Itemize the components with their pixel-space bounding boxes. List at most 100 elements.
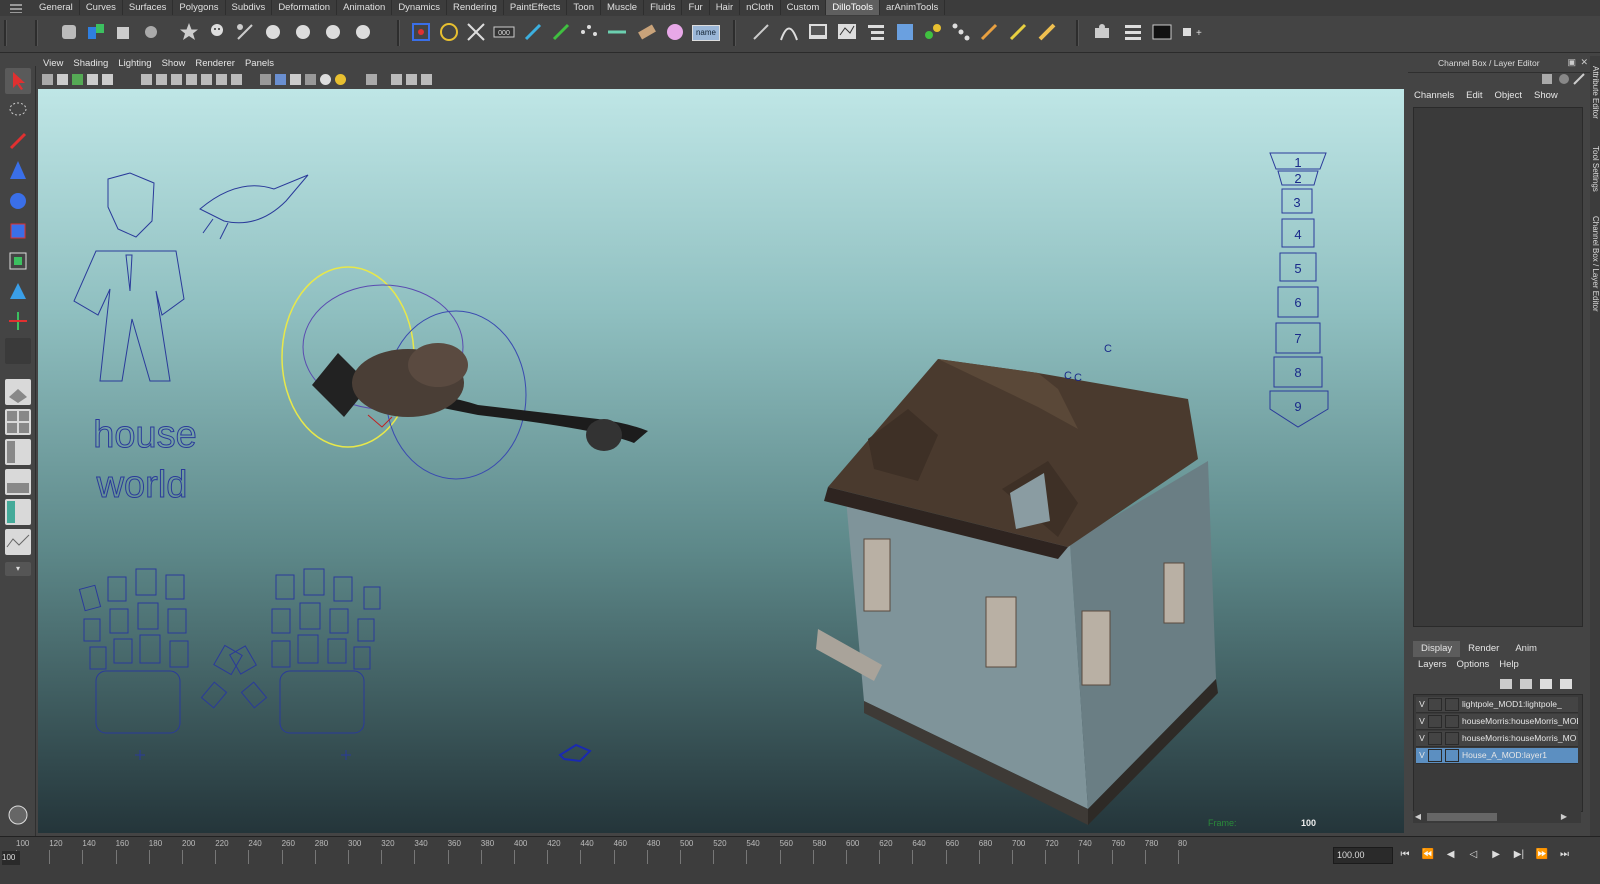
- layer-menu-help[interactable]: Help: [1494, 658, 1524, 672]
- hypergraph-icon[interactable]: [922, 21, 944, 43]
- layer-list-scrollbar[interactable]: ◀ ▶: [1413, 811, 1581, 823]
- channel-box-tab[interactable]: Channel Box / Layer Editor: [1590, 216, 1600, 312]
- shelf-tab-custom[interactable]: Custom: [781, 0, 827, 15]
- 2d-pan-icon[interactable]: [102, 74, 113, 85]
- graph-layout-icon[interactable]: [5, 529, 31, 555]
- face-mouth-icon[interactable]: [322, 21, 344, 43]
- channel-menu-object[interactable]: Object: [1489, 88, 1528, 104]
- layer-color-swatch[interactable]: [1445, 698, 1459, 712]
- layer-row[interactable]: Vlightpole_MOD1:lightpole_: [1416, 697, 1578, 713]
- cube-tool-icon[interactable]: [112, 21, 134, 43]
- selector-4[interactable]: 4: [1294, 227, 1301, 242]
- shelf-tab-polygons[interactable]: Polygons: [173, 0, 226, 15]
- tool-settings-tab[interactable]: Tool Settings: [1590, 146, 1600, 192]
- isolate-select-icon[interactable]: [366, 74, 377, 85]
- creature-picker-outline[interactable]: [199, 174, 309, 240]
- scroll-thumb[interactable]: [1427, 813, 1497, 821]
- xray-components-icon[interactable]: [421, 74, 432, 85]
- play-back-icon[interactable]: ◁: [1463, 847, 1483, 863]
- shadows-icon[interactable]: [335, 74, 346, 85]
- layer-row[interactable]: V House_A_MOD:layer1: [1416, 748, 1578, 764]
- channel-menu-edit[interactable]: Edit: [1460, 88, 1488, 104]
- joint-tool-icon[interactable]: [410, 21, 432, 43]
- shelf-tab-rendering[interactable]: Rendering: [447, 0, 504, 15]
- paint-weights-icon[interactable]: [522, 21, 544, 43]
- viewport-menu-lighting[interactable]: Lighting: [113, 56, 156, 71]
- outliner-persp-layout-icon[interactable]: [5, 439, 31, 465]
- selector-7[interactable]: 7: [1294, 331, 1301, 346]
- outliner-icon[interactable]: [865, 21, 887, 43]
- layer-tab-render[interactable]: Render: [1460, 641, 1507, 657]
- paint-select-icon[interactable]: [5, 128, 31, 154]
- nodes-icon[interactable]: [950, 21, 972, 43]
- float-icon[interactable]: ▣: [1567, 57, 1576, 68]
- safe-action-icon[interactable]: [216, 74, 227, 85]
- xray-icon[interactable]: [391, 74, 402, 85]
- selector-8[interactable]: 8: [1294, 365, 1301, 380]
- step-back-frame-icon[interactable]: ◀: [1441, 847, 1461, 863]
- name-button[interactable]: name: [692, 25, 720, 41]
- face-neutral-icon[interactable]: [352, 21, 374, 43]
- selector-6[interactable]: 6: [1294, 295, 1301, 310]
- move-tool-icon[interactable]: [5, 158, 31, 184]
- face-smile-icon[interactable]: [292, 21, 314, 43]
- time-slider[interactable]: 100 120 140 160 180 200 220 240 260 280 300 320 340 3…: [0, 836, 1600, 884]
- cylinder-tool-icon[interactable]: [58, 21, 80, 43]
- body-picker-outline[interactable]: [73, 172, 185, 382]
- camera-view-icon[interactable]: [807, 21, 829, 43]
- arc-icon[interactable]: [778, 21, 800, 43]
- shelf-tab-curves[interactable]: Curves: [80, 0, 123, 15]
- layer-row[interactable]: VhouseMorris:houseMorris_MOD: [1416, 714, 1578, 730]
- shelf-tab-hair[interactable]: Hair: [710, 0, 741, 15]
- four-pane-layout-icon[interactable]: [5, 409, 31, 435]
- split-cube-icon[interactable]: [85, 21, 107, 43]
- shelf-tab-dillotools[interactable]: DilloTools: [826, 0, 880, 15]
- arrow-both-icon[interactable]: [606, 21, 628, 43]
- pivot-tool-icon[interactable]: [140, 21, 162, 43]
- shelf-tab-fur[interactable]: Fur: [682, 0, 710, 15]
- wireframe-on-shaded-icon[interactable]: [290, 74, 301, 85]
- layer-type-toggle[interactable]: [1428, 749, 1442, 763]
- selector-9[interactable]: 9: [1294, 399, 1301, 414]
- rotate-tool-icon[interactable]: [5, 188, 31, 214]
- layer-type-toggle[interactable]: [1428, 732, 1442, 746]
- layer-color-swatch[interactable]: [1445, 715, 1459, 729]
- layer-tab-display[interactable]: Display: [1413, 641, 1461, 657]
- selector-3[interactable]: 3: [1293, 195, 1300, 210]
- select-camera-icon[interactable]: [42, 74, 53, 85]
- textured-icon[interactable]: [305, 74, 316, 85]
- small-rig-widget[interactable]: [558, 743, 592, 763]
- viewport-menu-renderer[interactable]: Renderer: [190, 56, 240, 71]
- wireframe-icon[interactable]: [260, 74, 271, 85]
- gate-mask-icon[interactable]: [186, 74, 197, 85]
- shelf-tab-painteffects[interactable]: PaintEffects: [504, 0, 568, 15]
- layer-visibility-toggle[interactable]: V: [1416, 731, 1428, 746]
- camera-attributes-icon[interactable]: [57, 74, 68, 85]
- select-tool-icon[interactable]: [5, 68, 31, 94]
- layer-color-swatch[interactable]: [1445, 732, 1459, 746]
- graph-persp-layout-icon[interactable]: [5, 469, 31, 495]
- brush-orange-icon[interactable]: [978, 21, 1000, 43]
- shelf-tab-animation[interactable]: Animation: [337, 0, 393, 15]
- layer-menu-layers[interactable]: Layers: [1413, 658, 1452, 672]
- layer-type-toggle[interactable]: [1428, 698, 1442, 712]
- shelf-menu-icon[interactable]: +: [1180, 21, 1202, 43]
- render-camera-icon[interactable]: [1092, 21, 1114, 43]
- grid-icon[interactable]: [141, 74, 152, 85]
- current-frame-marker[interactable]: 100: [2, 851, 20, 865]
- viewport-menu-panels[interactable]: Panels: [240, 56, 279, 71]
- face-expression-icon[interactable]: [262, 21, 284, 43]
- shelf-tab-general[interactable]: General: [33, 0, 80, 15]
- render-settings-icon[interactable]: [1122, 21, 1144, 43]
- house-model[interactable]: [816, 359, 1218, 825]
- shelf-tab-fluids[interactable]: Fluids: [644, 0, 683, 15]
- render-view-icon[interactable]: [1151, 21, 1173, 43]
- close-icon[interactable]: ✕: [1580, 57, 1588, 68]
- resolution-gate-icon[interactable]: [171, 74, 182, 85]
- xray-joints-icon[interactable]: [406, 74, 417, 85]
- shelf-tab-dynamics[interactable]: Dynamics: [392, 0, 448, 15]
- step-back-key-icon[interactable]: ⏪: [1418, 847, 1438, 863]
- range-end-field[interactable]: 100.00: [1333, 847, 1393, 864]
- last-tool-slot[interactable]: [5, 338, 31, 364]
- image-plane-icon[interactable]: [87, 74, 98, 85]
